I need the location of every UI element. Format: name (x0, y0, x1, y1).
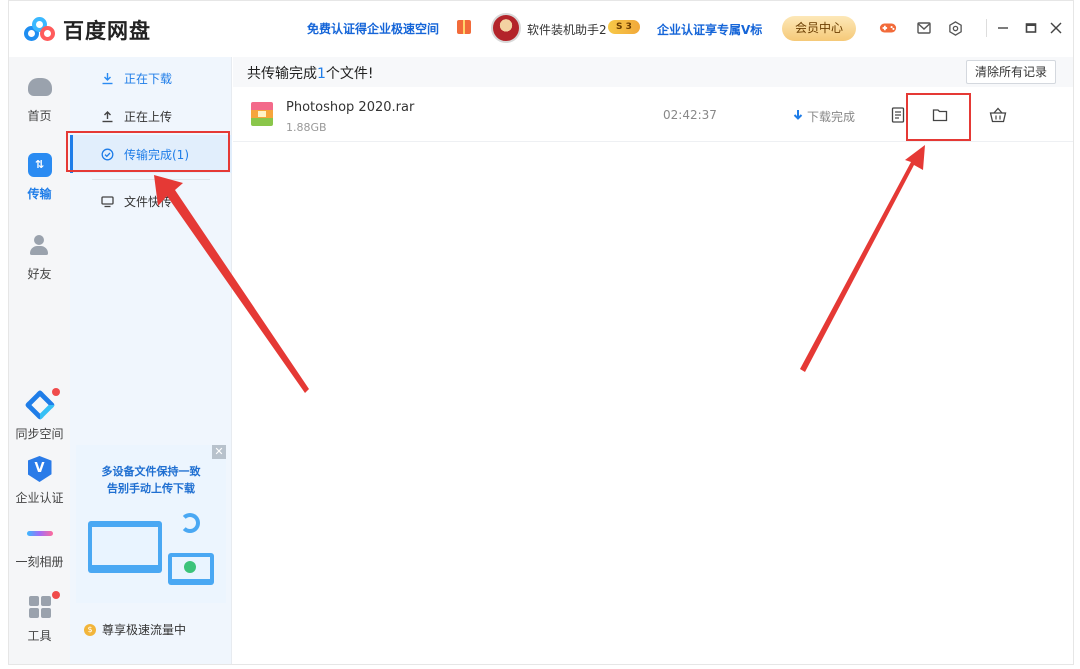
nav-item-label: 首页 (27, 109, 52, 123)
nav-item-label: 传输 (27, 187, 52, 201)
baidu-netdisk-logo-icon (23, 17, 55, 43)
nav-item-label: 同步空间 (15, 427, 64, 441)
file-name: Photoshop 2020.rar (286, 100, 415, 115)
download-status-text: 下载完成 (807, 110, 856, 124)
nav-item-label: 一刻相册 (15, 555, 64, 569)
ad-line-2: 告别手动上传下载 (107, 482, 195, 495)
subnav-item-label: 文件快传 (124, 194, 173, 209)
verify-shield-icon: V (26, 455, 54, 483)
nav-item-label: 工具 (27, 629, 52, 643)
app-logo: 百度网盘 (23, 15, 151, 45)
clear-all-records-button[interactable]: 清除所有记录 (966, 60, 1056, 84)
settings-icon[interactable] (946, 19, 964, 37)
minimize-icon[interactable] (994, 19, 1012, 37)
maximize-icon[interactable] (1022, 19, 1040, 37)
subnav-divider (92, 179, 210, 180)
download-status: 下载完成 (793, 108, 855, 125)
upload-icon (100, 109, 114, 123)
user-name[interactable]: 软件装机助手2 (527, 21, 607, 38)
completed-count: 1 (317, 66, 326, 82)
nav-item-label: 好友 (27, 267, 52, 281)
check-icon (184, 561, 196, 573)
rar-archive-icon (251, 102, 273, 126)
notification-dot (52, 591, 60, 599)
download-arrow-icon (793, 109, 803, 124)
app-name: 百度网盘 (63, 19, 151, 43)
window-controls-divider (986, 19, 987, 37)
nav-item-friends[interactable]: 好友 (9, 231, 70, 282)
title-bar: 百度网盘 免费认证得企业极速空间 软件装机助手2 S 3 企业认证享专属V标 会… (9, 1, 1073, 57)
file-details-icon[interactable] (889, 106, 907, 124)
notification-dot (52, 388, 60, 396)
tools-grid-icon (26, 593, 54, 621)
subnav-item-label: 正在上传 (124, 109, 173, 124)
monitor-icon (100, 194, 114, 208)
free-verification-link[interactable]: 免费认证得企业极速空间 (307, 20, 439, 37)
mail-icon[interactable] (915, 19, 933, 37)
file-time: 02:42:37 (663, 108, 717, 122)
speed-status-text: 尊享极速流量中 (102, 623, 187, 637)
sync-space-icon (23, 389, 56, 421)
nav-item-enterprise-verify[interactable]: V 企业认证 (9, 455, 70, 506)
speed-coin-icon: $ (84, 623, 96, 636)
gamepad-icon[interactable] (879, 19, 897, 37)
sync-arrows-icon (180, 513, 200, 533)
subnav-item-file-transfer[interactable]: 文件快传 (70, 182, 232, 220)
annotation-highlight-open-folder (906, 93, 971, 141)
close-icon[interactable] (1047, 19, 1065, 37)
sync-promo-ad[interactable]: ✕ 多设备文件保持一致 告别手动上传下载 (76, 445, 226, 603)
ad-line-1: 多设备文件保持一致 (101, 465, 201, 478)
delete-basket-icon[interactable] (989, 106, 1007, 124)
completed-transfers-panel: 共传输完成1个文件! 清除所有记录 Photoshop 2020.rar 1.8… (233, 57, 1073, 664)
cloud-icon (26, 73, 54, 101)
speed-status: $ 尊享极速流量中 (84, 621, 186, 638)
left-nav: 首页 ⇅ 传输 好友 同步空间 V 企业认证 一刻相册 工具 (9, 57, 70, 664)
monitor-illustration-icon (88, 521, 162, 573)
friends-icon (26, 231, 54, 259)
subnav-item-label: 正在下载 (124, 71, 173, 86)
nav-item-tools[interactable]: 工具 (9, 591, 70, 644)
transfer-summary: 共传输完成1个文件! (247, 66, 374, 82)
avatar[interactable] (491, 13, 521, 43)
nav-item-label: 企业认证 (15, 491, 64, 505)
enterprise-verify-link[interactable]: 企业认证享专属V标 (657, 21, 762, 38)
gift-icon[interactable] (457, 20, 471, 34)
nav-item-sync-space[interactable]: 同步空间 (9, 388, 70, 442)
vip-level-badge: S 3 (608, 20, 640, 34)
nav-item-home[interactable]: 首页 (9, 73, 70, 124)
transfer-icon: ⇅ (26, 151, 54, 179)
nav-item-transfer[interactable]: ⇅ 传输 (9, 151, 70, 202)
member-center-button[interactable]: 会员中心 (782, 16, 856, 41)
album-icon (26, 519, 54, 547)
subnav-item-uploading[interactable]: 正在上传 (70, 97, 232, 135)
nav-item-album[interactable]: 一刻相册 (9, 519, 70, 570)
file-size: 1.88GB (286, 121, 327, 134)
subnav-item-downloading[interactable]: 正在下载 (70, 59, 232, 97)
panel-header: 共传输完成1个文件! 清除所有记录 (233, 57, 1073, 87)
download-icon (100, 71, 114, 85)
close-icon[interactable]: ✕ (212, 445, 226, 459)
annotation-highlight-completed-tab (66, 131, 230, 172)
